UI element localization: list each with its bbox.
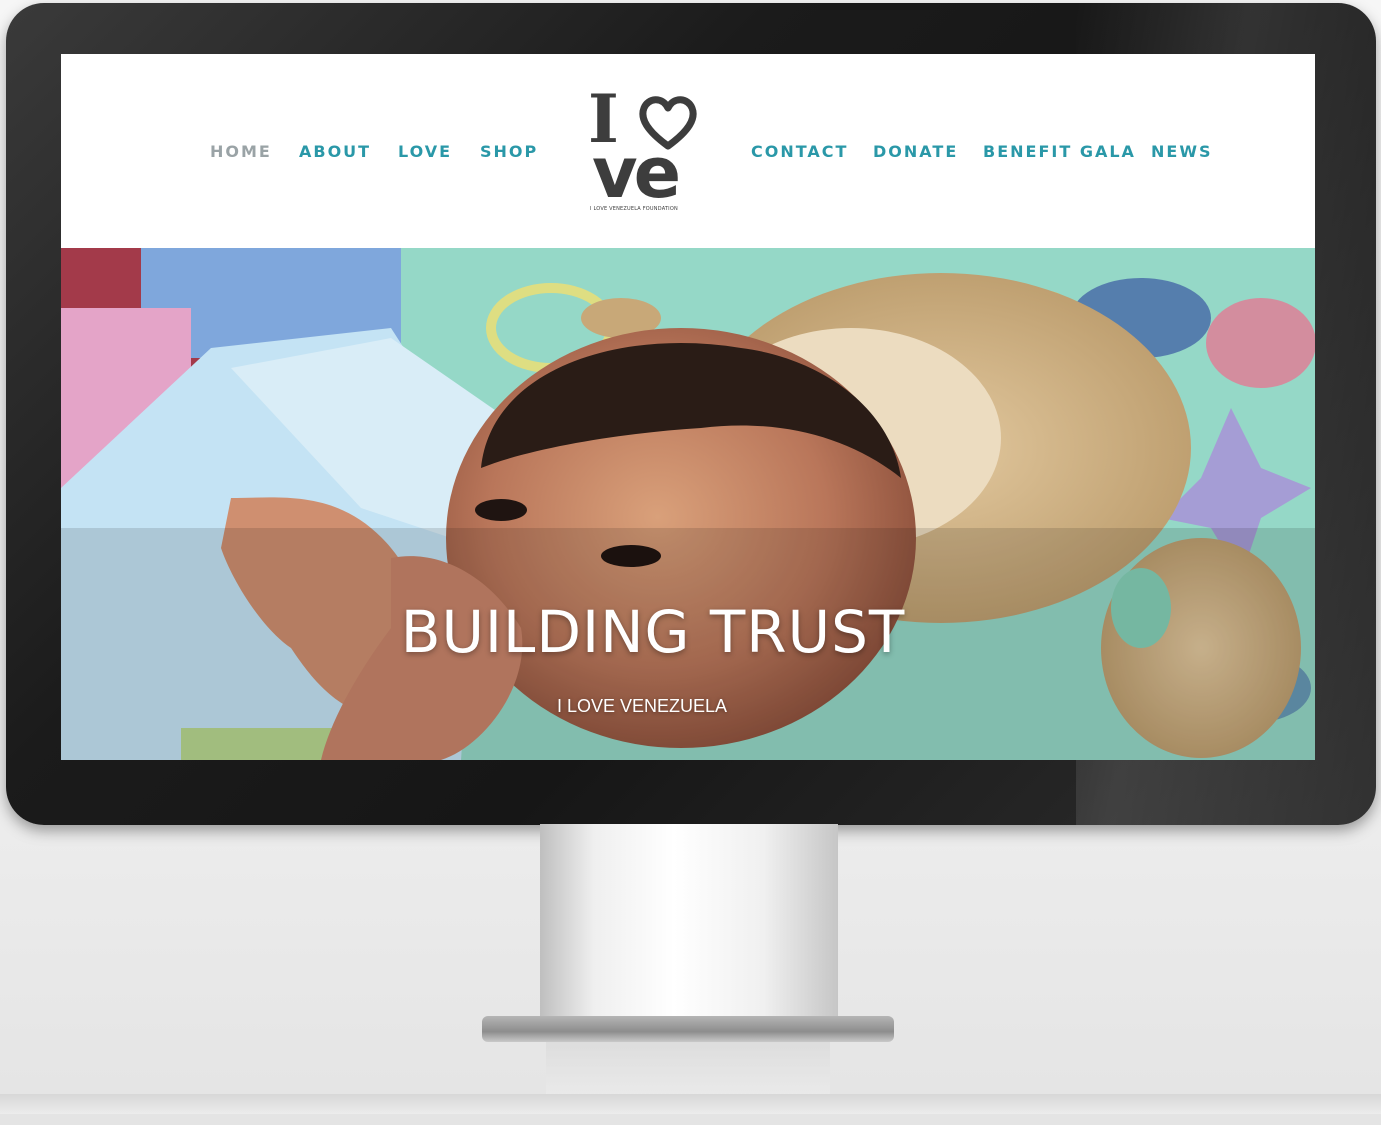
monitor-mockup: HOME ABOUT LOVE SHOP I ve I LOVE VENEZUE… (0, 0, 1381, 1125)
nav-love[interactable]: LOVE (398, 142, 452, 161)
hero-title: BUILDING TRUST (400, 598, 906, 666)
monitor-stand-foot (482, 1016, 894, 1042)
stand-reflection (546, 1042, 830, 1094)
desk-surface (0, 1094, 1381, 1114)
website-screen: HOME ABOUT LOVE SHOP I ve I LOVE VENEZUE… (61, 54, 1315, 760)
site-header: HOME ABOUT LOVE SHOP I ve I LOVE VENEZUE… (61, 54, 1315, 248)
nav-home[interactable]: HOME (210, 142, 272, 161)
hero-subtitle: I LOVE VENEZUELA (556, 696, 728, 716)
site-logo[interactable]: I ve I LOVE VENEZUELA FOUNDATION (586, 86, 706, 218)
logo-tagline: I LOVE VENEZUELA FOUNDATION (590, 206, 678, 212)
nav-contact[interactable]: CONTACT (751, 142, 848, 161)
nav-donate[interactable]: DONATE (873, 142, 958, 161)
hero-photo (61, 248, 1315, 760)
nav-shop[interactable]: SHOP (480, 142, 538, 161)
nav-about[interactable]: ABOUT (299, 142, 371, 161)
monitor-stand-neck (540, 824, 838, 1024)
hero-banner: BUILDING TRUST I LOVE VENEZUELA (61, 248, 1315, 760)
logo-letters-ve: ve (592, 132, 681, 214)
nav-benefit-gala[interactable]: BENEFIT GALA (983, 142, 1136, 161)
nav-news[interactable]: NEWS (1151, 142, 1213, 161)
